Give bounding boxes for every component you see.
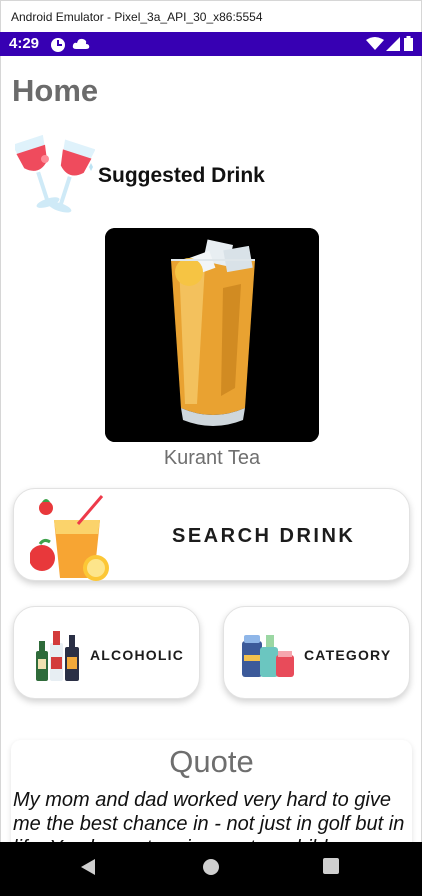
data-saver-icon: [50, 37, 66, 58]
back-icon[interactable]: [80, 858, 96, 881]
category-button[interactable]: CATEGORY: [223, 606, 410, 699]
quote-card: Quote My mom and dad worked very hard to…: [11, 740, 412, 842]
drink-name: Kurant Tea: [163, 447, 261, 469]
status-bar: 4:29: [0, 32, 422, 56]
quote-title: Quote: [169, 744, 254, 779]
navigation-bar: [0, 842, 422, 896]
alcoholic-button[interactable]: ALCOHOLIC: [13, 606, 200, 699]
cloud-icon: [72, 37, 90, 56]
search-drink-label: SEARCH DRINK: [172, 525, 356, 547]
suggested-drink-title: Suggested Drink: [98, 164, 265, 187]
category-label: CATEGORY: [304, 647, 392, 663]
emulator-title-bar: Android Emulator - Pixel_3a_API_30_x86:5…: [0, 0, 422, 32]
alcoholic-label: ALCOHOLIC: [90, 647, 185, 663]
app-screen: Home Suggested Drink Kurant Tea SEARCH D…: [0, 56, 422, 842]
quote-text: My mom and dad worked very hard to give …: [13, 789, 405, 842]
wifi-icon: [366, 37, 384, 56]
cell-signal-icon: [386, 37, 400, 56]
home-icon[interactable]: [202, 858, 220, 881]
recents-icon[interactable]: [323, 858, 339, 879]
search-drink-button[interactable]: SEARCH DRINK: [13, 488, 410, 581]
wine-glasses-icon: [12, 129, 96, 223]
status-time: 4:29: [9, 35, 40, 52]
juice-glass-icon: [29, 494, 116, 582]
emulator-title: Android Emulator - Pixel_3a_API_30_x86:5…: [11, 10, 263, 24]
drink-image[interactable]: [105, 228, 319, 442]
page-title: Home: [12, 73, 99, 108]
liquor-bottles-icon: [34, 627, 82, 683]
drink-cans-icon: [240, 625, 296, 681]
battery-icon: [404, 36, 413, 56]
